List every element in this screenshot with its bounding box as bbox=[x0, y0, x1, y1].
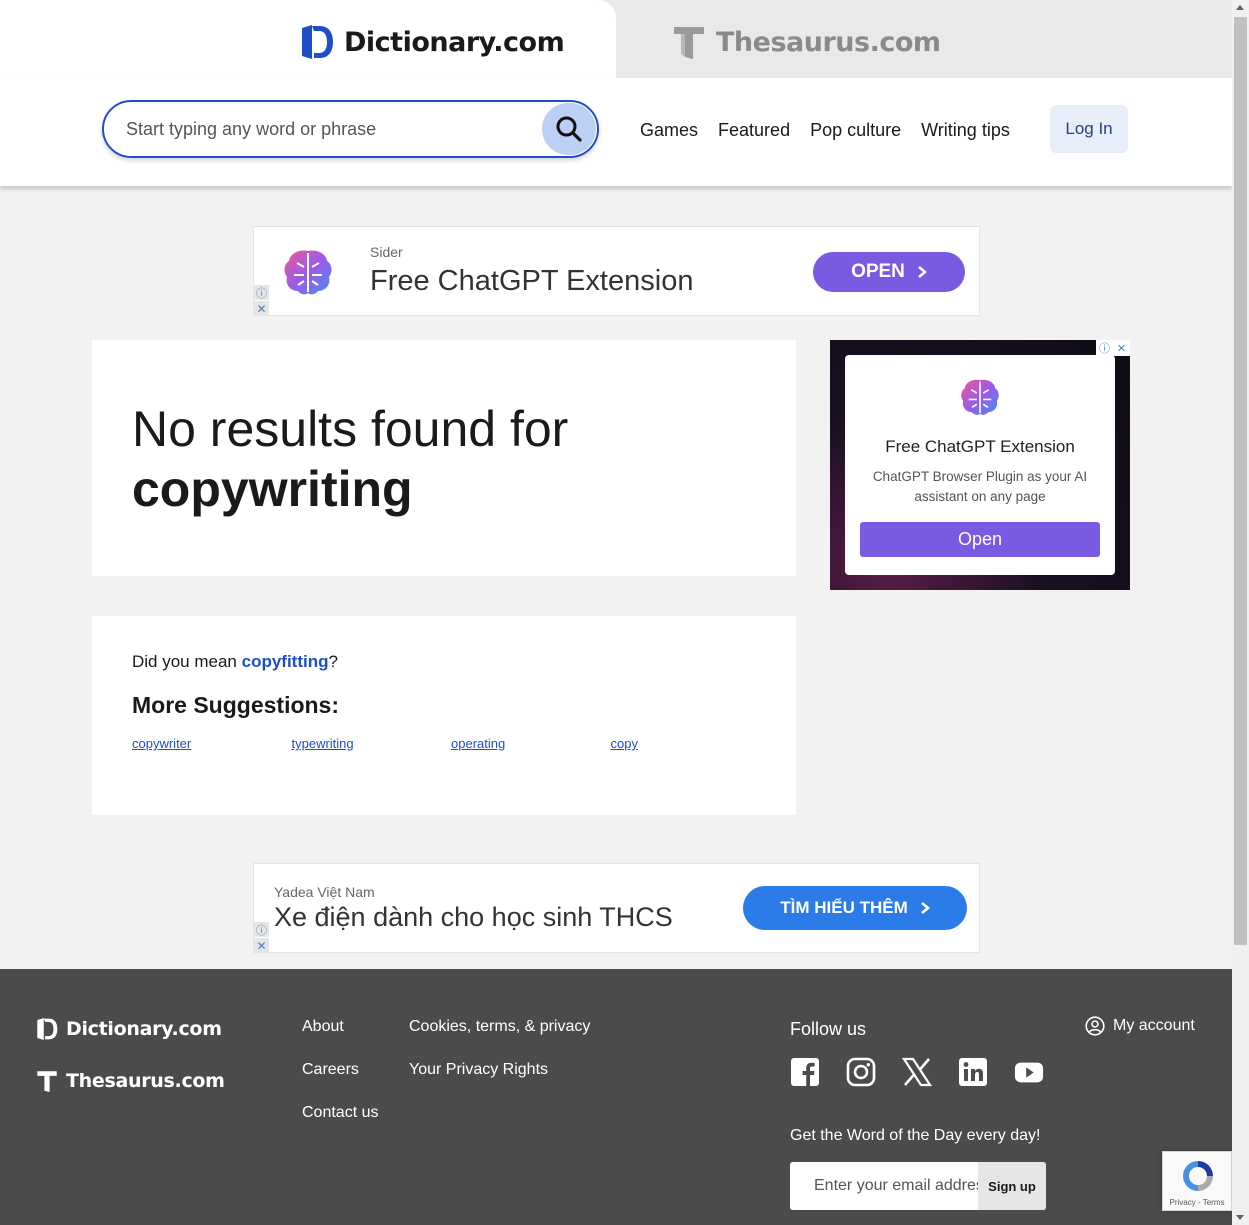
scroll-up-icon[interactable] bbox=[1236, 5, 1244, 10]
search-button[interactable] bbox=[542, 103, 596, 155]
footer-link-careers[interactable]: Careers bbox=[302, 1061, 359, 1079]
suggestions-card: Did you mean copyfitting? More Suggestio… bbox=[92, 616, 796, 815]
dictionary-logo-icon bbox=[302, 25, 333, 59]
ad-banner-top[interactable]: Sider Free ChatGPT Extension OPEN ⓘ ✕ bbox=[253, 226, 980, 316]
scroll-thumb[interactable] bbox=[1234, 17, 1247, 945]
nav-link-games[interactable]: Games bbox=[640, 120, 698, 141]
tab-dictionary[interactable]: Dictionary.com bbox=[0, 0, 616, 78]
ad-description: ChatGPT Browser Plugin as your AI assist… bbox=[872, 469, 1088, 504]
thesaurus-logo[interactable]: Thesaurus.com bbox=[672, 24, 941, 60]
follow-us-heading: Follow us bbox=[790, 1019, 867, 1039]
no-results-text: No results found for bbox=[132, 401, 569, 457]
footer-thesaurus-logo[interactable]: Thesaurus.com bbox=[36, 1069, 225, 1093]
scroll-down-icon[interactable] bbox=[1236, 1215, 1244, 1220]
thesaurus-logo-text: Thesaurus.com bbox=[716, 26, 941, 58]
ad-close-icon[interactable]: ✕ bbox=[254, 938, 269, 953]
search-icon bbox=[556, 116, 582, 142]
no-results-card: No results found for copywriting bbox=[92, 340, 796, 576]
search-bar bbox=[102, 100, 599, 158]
user-icon bbox=[1085, 1016, 1105, 1036]
ad-open-label: OPEN bbox=[851, 261, 905, 282]
ad-open-button[interactable]: Open bbox=[860, 522, 1100, 557]
ad-headline[interactable]: Free ChatGPT Extension bbox=[370, 265, 693, 298]
ad-sponsor: Yadea Việt Nam bbox=[274, 884, 375, 900]
more-suggestions-heading: More Suggestions: bbox=[132, 692, 340, 718]
ad-choices: ⓘ ✕ bbox=[1096, 340, 1130, 356]
footer-dictionary-logo[interactable]: Dictionary.com bbox=[36, 1017, 222, 1041]
instagram-icon[interactable] bbox=[846, 1057, 876, 1087]
x-icon[interactable] bbox=[902, 1057, 932, 1087]
ad-sponsor: Sider bbox=[370, 244, 403, 260]
ad-headline[interactable]: Xe điện dành cho học sinh THCS bbox=[274, 902, 673, 933]
search-query: copywriting bbox=[132, 461, 413, 517]
did-you-mean: Did you mean copyfitting? bbox=[132, 652, 338, 672]
footer: Dictionary.com Thesaurus.com About Caree… bbox=[0, 969, 1232, 1225]
ad-title: Free ChatGPT Extension bbox=[885, 437, 1075, 456]
ad-close-icon[interactable]: ✕ bbox=[254, 301, 269, 316]
search-input[interactable] bbox=[126, 116, 526, 142]
footer-dictionary-logo-text: Dictionary.com bbox=[66, 1018, 222, 1040]
main-navigation: Games Featured Pop culture Writing tips … bbox=[0, 78, 1232, 186]
footer-link-contact[interactable]: Contact us bbox=[302, 1104, 378, 1122]
brain-icon bbox=[284, 250, 332, 295]
word-of-the-day-text: Get the Word of the Day every day! bbox=[790, 1127, 1041, 1144]
footer-link-privacy-rights[interactable]: Your Privacy Rights bbox=[409, 1061, 548, 1079]
suggestion-link[interactable]: typewriting bbox=[292, 736, 452, 751]
ad-sidebar-card: Free ChatGPT Extension ChatGPT Browser P… bbox=[845, 355, 1115, 575]
footer-thesaurus-logo-text: Thesaurus.com bbox=[66, 1070, 225, 1092]
chevron-right-icon bbox=[920, 902, 930, 914]
suggestion-link[interactable]: copy bbox=[611, 736, 771, 751]
ad-info-icon[interactable]: ⓘ bbox=[1096, 340, 1113, 356]
suggestion-list: copywriter typewriting operating copy bbox=[132, 736, 770, 751]
linkedin-icon[interactable] bbox=[958, 1057, 988, 1087]
newsletter-form: Sign up bbox=[790, 1162, 1046, 1210]
footer-link-cookies[interactable]: Cookies, terms, & privacy bbox=[409, 1018, 590, 1036]
site-tabs: Dictionary.com Thesaurus.com bbox=[0, 0, 1232, 78]
suggestion-link[interactable]: operating bbox=[451, 736, 611, 751]
ad-sidebar[interactable]: ⓘ ✕ Free ChatGPT Extension ChatGPT Brows… bbox=[830, 340, 1130, 590]
ad-info-icon[interactable]: ⓘ bbox=[254, 285, 269, 300]
nav-link-featured[interactable]: Featured bbox=[718, 120, 790, 141]
page-scrollbar[interactable] bbox=[1232, 0, 1249, 1225]
recaptcha-badge[interactable]: Privacy - Terms bbox=[1162, 1151, 1232, 1211]
recaptcha-icon bbox=[1183, 1161, 1213, 1191]
ad-learn-more-button[interactable]: TÌM HIỂU THÊM bbox=[743, 886, 967, 930]
did-you-mean-prefix: Did you mean bbox=[132, 652, 242, 671]
nav-link-pop-culture[interactable]: Pop culture bbox=[810, 120, 901, 141]
ad-learn-more-label: TÌM HIỂU THÊM bbox=[780, 898, 908, 917]
footer-link-about[interactable]: About bbox=[302, 1018, 344, 1036]
dictionary-logo-icon bbox=[37, 1018, 58, 1040]
ad-banner-bottom[interactable]: Yadea Việt Nam Xe điện dành cho học sinh… bbox=[253, 863, 980, 953]
ad-close-icon[interactable]: ✕ bbox=[1113, 340, 1130, 356]
my-account-label: My account bbox=[1113, 1017, 1195, 1034]
nav-links: Games Featured Pop culture Writing tips bbox=[640, 120, 1010, 141]
thesaurus-logo-icon bbox=[674, 27, 704, 59]
social-links bbox=[790, 1057, 1044, 1087]
dictionary-logo-text: Dictionary.com bbox=[344, 26, 565, 58]
did-you-mean-link[interactable]: copyfitting bbox=[242, 652, 329, 671]
nav-link-writing-tips[interactable]: Writing tips bbox=[921, 120, 1010, 141]
suggestion-link[interactable]: copywriter bbox=[132, 736, 292, 751]
my-account-link[interactable]: My account bbox=[1085, 1016, 1195, 1036]
youtube-icon[interactable] bbox=[1014, 1057, 1044, 1087]
chevron-right-icon bbox=[918, 266, 927, 278]
recaptcha-label[interactable]: Privacy - Terms bbox=[1163, 1198, 1231, 1207]
facebook-icon[interactable] bbox=[790, 1057, 820, 1087]
ad-open-button[interactable]: OPEN bbox=[813, 252, 965, 292]
email-field[interactable] bbox=[790, 1162, 978, 1210]
login-button[interactable]: Log In bbox=[1050, 105, 1128, 153]
dictionary-logo[interactable]: Dictionary.com bbox=[300, 24, 565, 60]
signup-button[interactable]: Sign up bbox=[978, 1162, 1046, 1210]
thesaurus-logo-icon bbox=[37, 1071, 57, 1092]
brain-icon bbox=[961, 379, 999, 415]
did-you-mean-suffix: ? bbox=[328, 652, 338, 671]
ad-info-icon[interactable]: ⓘ bbox=[254, 922, 269, 937]
